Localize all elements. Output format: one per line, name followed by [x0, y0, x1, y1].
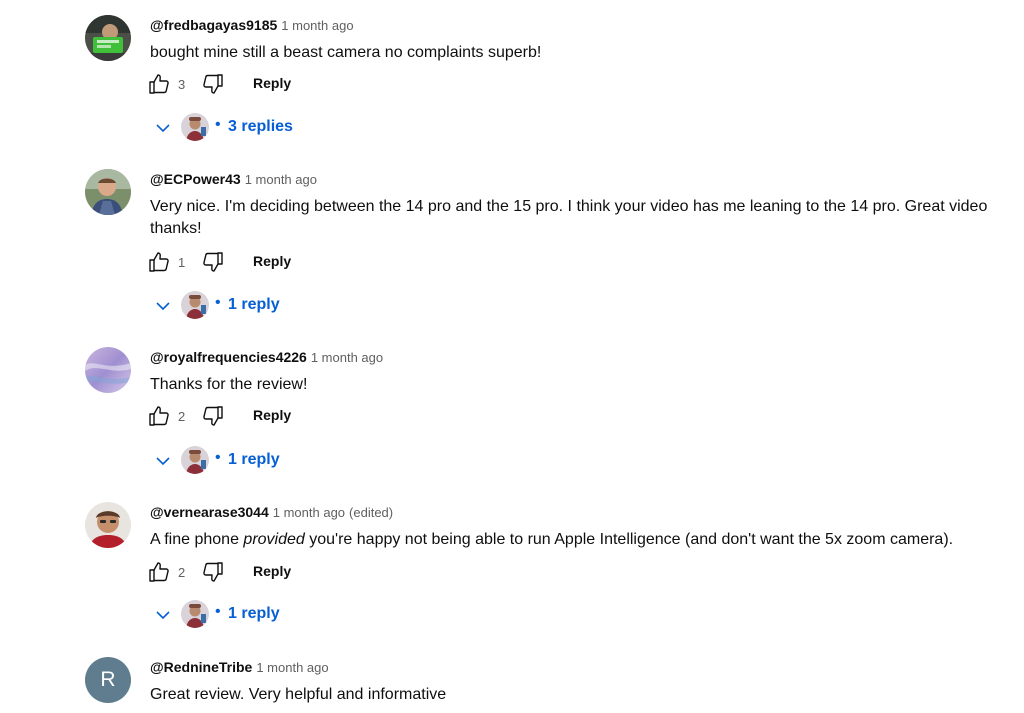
like-button[interactable] — [146, 73, 172, 99]
comment-time[interactable]: 1 month ago — [311, 350, 383, 365]
dislike-button[interactable] — [200, 561, 226, 587]
comment-author[interactable]: @ECPower43 — [150, 171, 241, 187]
avatar[interactable] — [85, 502, 131, 548]
comment-header: @vernearase3044 1 month ago (edited) — [150, 503, 393, 522]
reply-button[interactable]: Reply — [253, 563, 291, 579]
comment-text: Very nice. I'm deciding between the 14 p… — [150, 198, 988, 237]
separator-dot: • — [215, 603, 221, 620]
like-count: 1 — [178, 255, 186, 270]
comment-text-part: A fine phone — [150, 531, 244, 548]
comment-time[interactable]: 1 month ago — [256, 660, 328, 675]
reply-button[interactable]: Reply — [253, 75, 291, 91]
comment-author[interactable]: @fredbagayas9185 — [150, 17, 277, 33]
thumbs-up-icon — [147, 250, 171, 279]
reply-button[interactable]: Reply — [253, 253, 291, 269]
avatar[interactable] — [85, 169, 131, 215]
like-button[interactable] — [146, 561, 172, 587]
comment-text-part: you're happy not being able to run Apple… — [304, 531, 954, 548]
chevron-down-icon — [154, 297, 172, 320]
thumbs-down-icon — [201, 250, 225, 279]
creator-avatar — [181, 600, 209, 628]
dislike-button[interactable] — [200, 405, 226, 431]
like-count: 3 — [178, 77, 186, 92]
comment-text: A fine phone provided you're happy not b… — [150, 529, 1000, 551]
thumbs-up-icon — [147, 560, 171, 589]
dislike-button[interactable] — [200, 73, 226, 99]
comment-header: @royalfrequencies4226 1 month ago — [150, 348, 383, 367]
chevron-down-icon — [154, 452, 172, 475]
thumbs-down-icon — [201, 560, 225, 589]
replies-count-label[interactable]: 3 replies — [228, 118, 293, 136]
avatar[interactable] — [85, 347, 131, 393]
comment-header: @RednineTribe 1 month ago — [150, 658, 329, 677]
creator-avatar — [181, 113, 209, 141]
thumbs-up-icon — [147, 72, 171, 101]
thumbs-down-icon — [201, 72, 225, 101]
creator-avatar — [181, 446, 209, 474]
thumbs-down-icon — [201, 404, 225, 433]
comment-time[interactable]: 1 month ago — [273, 505, 345, 520]
like-button[interactable] — [146, 405, 172, 431]
avatar[interactable]: R — [85, 657, 131, 703]
comment-text-emphasis: provided — [243, 531, 305, 548]
comment-time[interactable]: 1 month ago — [245, 172, 317, 187]
comment-time[interactable]: 1 month ago — [281, 18, 353, 33]
like-button[interactable] — [146, 251, 172, 277]
like-count: 2 — [178, 409, 186, 424]
chevron-down-icon — [154, 606, 172, 629]
comment-author[interactable]: @RednineTribe — [150, 659, 252, 675]
separator-dot: • — [215, 116, 221, 133]
creator-avatar — [181, 291, 209, 319]
chevron-down-icon — [154, 119, 172, 142]
comment-header: @fredbagayas9185 1 month ago — [150, 16, 354, 35]
thumbs-up-icon — [147, 404, 171, 433]
replies-count-label[interactable]: 1 reply — [228, 451, 280, 469]
comment-text: Great review. Very helpful and informati… — [150, 686, 447, 703]
separator-dot: • — [215, 449, 221, 466]
comments-section: @fredbagayas9185 1 month ago bought mine … — [0, 0, 1024, 713]
reply-button[interactable]: Reply — [253, 407, 291, 423]
avatar[interactable] — [85, 15, 131, 61]
comment-text: bought mine still a beast camera no comp… — [150, 44, 542, 61]
comment-author[interactable]: @vernearase3044 — [150, 504, 269, 520]
replies-count-label[interactable]: 1 reply — [228, 296, 280, 314]
replies-count-label[interactable]: 1 reply — [228, 605, 280, 623]
comment-author[interactable]: @royalfrequencies4226 — [150, 349, 307, 365]
comment-text: Thanks for the review! — [150, 376, 308, 393]
comment-header: @ECPower43 1 month ago — [150, 170, 317, 189]
separator-dot: • — [215, 294, 221, 311]
dislike-button[interactable] — [200, 251, 226, 277]
edited-label: (edited) — [349, 505, 394, 520]
like-count: 2 — [178, 565, 186, 580]
